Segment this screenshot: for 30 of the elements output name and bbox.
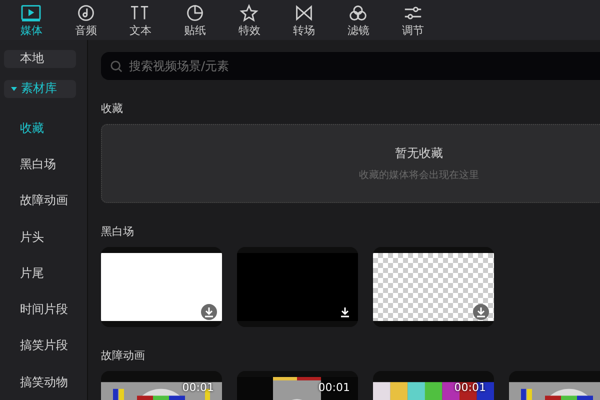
play-icon xyxy=(20,4,42,22)
tab[interactable]: 媒体 xyxy=(4,0,58,40)
empty-hint: 收藏的媒体将会出现在这里 xyxy=(359,168,479,182)
tab[interactable]: 特效 xyxy=(222,0,276,40)
tab[interactable]: 调节 xyxy=(386,0,440,40)
library-group[interactable]: 素材库 xyxy=(4,80,76,98)
tab[interactable]: 贴纸 xyxy=(168,0,222,40)
sidebar-item[interactable]: 搞笑片段 xyxy=(4,327,87,364)
tab[interactable]: 滤镜 xyxy=(331,0,386,40)
section-title: 故障动画 xyxy=(101,349,146,363)
search-icon xyxy=(110,60,123,73)
sidebar-item[interactable]: 搞笑动物 xyxy=(4,364,87,400)
sidebar-item[interactable]: 片头 xyxy=(4,218,87,255)
sidebar-item[interactable]: 故障动画 xyxy=(4,182,87,219)
sidebar-item[interactable]: 时间片段 xyxy=(4,291,87,328)
tab[interactable]: 转场 xyxy=(276,0,331,40)
empty-message: 暂无收藏 xyxy=(395,145,443,162)
tab[interactable]: 音频 xyxy=(58,0,113,40)
section-title: 黑白场 xyxy=(101,225,135,239)
tab[interactable]: 文本 xyxy=(113,0,168,40)
sidebar-item[interactable]: 黑白场 xyxy=(4,146,87,182)
section-title: 收藏 xyxy=(101,102,124,116)
caret-icon xyxy=(11,86,17,92)
search-field[interactable]: 搜索视频场景/元素 xyxy=(101,52,600,80)
star-icon xyxy=(238,4,260,22)
sidebar-item[interactable]: 收藏 xyxy=(4,110,87,146)
local-button[interactable]: 本地 xyxy=(4,50,76,68)
sidebar-item[interactable]: 片尾 xyxy=(4,254,87,292)
duration-label: 00:01 xyxy=(182,381,214,394)
circles-icon xyxy=(347,4,370,22)
